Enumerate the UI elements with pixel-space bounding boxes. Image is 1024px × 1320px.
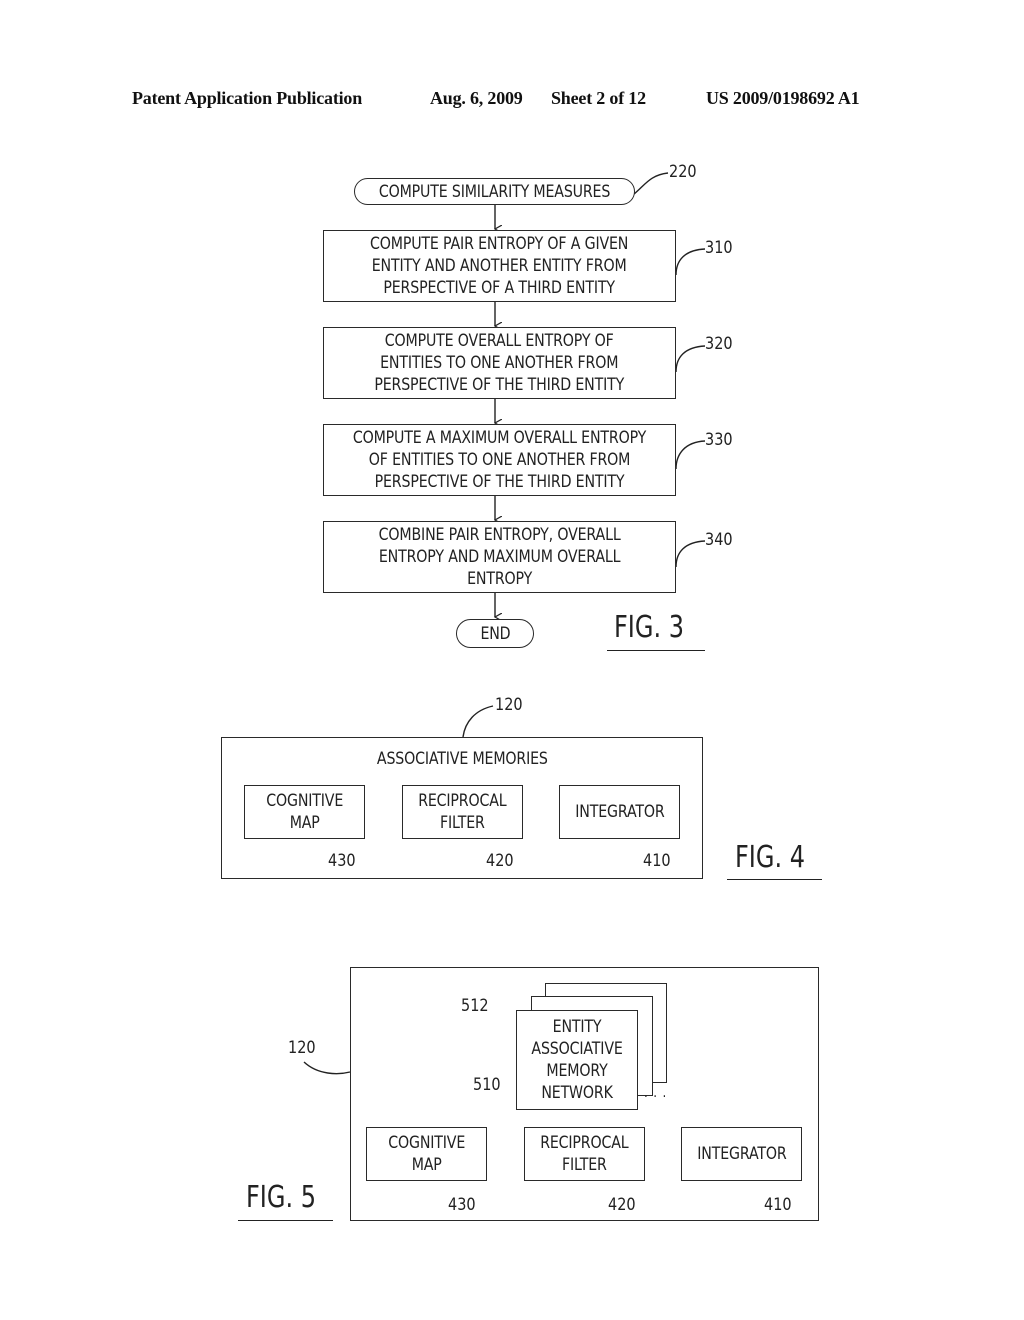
ref-320: 320 (705, 334, 733, 354)
ref-512: 512 (461, 996, 489, 1016)
process-step-340: COMBINE PAIR ENTROPY, OVERALL ENTROPY AN… (323, 521, 676, 593)
ref-510: 510 (473, 1075, 501, 1095)
process-step-text: COMPUTE PAIR ENTROPY OF A GIVEN ENTITY A… (370, 234, 629, 297)
ref-430: 430 (328, 851, 356, 871)
component-text: RECIPROCAL FILTER (540, 1133, 629, 1174)
ref-120: 120 (495, 695, 523, 715)
ref-220: 220 (669, 162, 697, 182)
cognitive-map-box: COGNITIVE MAP (366, 1127, 487, 1181)
component-text: INTEGRATOR (696, 1144, 787, 1163)
component-text: COGNITIVE MAP (266, 791, 343, 832)
ref-420: 420 (486, 851, 514, 871)
process-step-320: COMPUTE OVERALL ENTROPY OF ENTITIES TO O… (323, 327, 676, 399)
figure-label-underline (238, 1220, 333, 1221)
leader-310 (675, 248, 706, 276)
ref-340: 340 (705, 530, 733, 550)
figure-label-5: FIG. 5 (246, 1180, 317, 1215)
ref-410: 410 (764, 1195, 792, 1215)
ref-120: 120 (288, 1038, 316, 1058)
network-text: ENTITY ASSOCIATIVE MEMORY NETWORK (531, 1017, 623, 1102)
ref-430: 430 (448, 1195, 476, 1215)
component-text: INTEGRATOR (574, 802, 665, 821)
ref-310: 310 (705, 238, 733, 258)
sheet-number: Sheet 2 of 12 (551, 88, 646, 108)
component-text: COGNITIVE MAP (388, 1133, 465, 1174)
container-title: ASSOCIATIVE MEMORIES (376, 749, 548, 768)
figure-label-underline (607, 650, 705, 651)
process-step-text: COMPUTE OVERALL ENTROPY OF ENTITIES TO O… (374, 331, 625, 394)
ref-420: 420 (608, 1195, 636, 1215)
stack-ellipsis: . . . (644, 1085, 668, 1101)
process-step-text: COMBINE PAIR ENTROPY, OVERALL ENTROPY AN… (378, 525, 621, 588)
reciprocal-filter-box: RECIPROCAL FILTER (524, 1127, 645, 1181)
publication-date: Aug. 6, 2009 (430, 88, 523, 108)
integrator-box: INTEGRATOR (681, 1127, 802, 1181)
start-terminal-text: COMPUTE SIMILARITY MEASURES (378, 181, 611, 201)
process-step-text: COMPUTE A MAXIMUM OVERALL ENTROPY OF ENT… (352, 428, 647, 491)
leader-120 (462, 705, 494, 738)
figure-label-underline (727, 879, 822, 880)
leader-220 (633, 172, 669, 195)
end-terminal: END (456, 619, 534, 648)
ref-330: 330 (705, 430, 733, 450)
figure-label-3: FIG. 3 (614, 610, 685, 645)
entity-associative-memory-network-box: ENTITY ASSOCIATIVE MEMORY NETWORK (516, 1010, 638, 1110)
leader-330 (675, 440, 706, 470)
start-terminal: COMPUTE SIMILARITY MEASURES (354, 178, 635, 205)
component-text: RECIPROCAL FILTER (418, 791, 507, 832)
end-terminal-text: END (480, 623, 510, 643)
cognitive-map-box: COGNITIVE MAP (244, 785, 365, 839)
figure-label-4: FIG. 4 (735, 840, 806, 875)
patent-number: US 2009/0198692 A1 (706, 88, 860, 108)
process-step-330: COMPUTE A MAXIMUM OVERALL ENTROPY OF ENT… (323, 424, 676, 496)
publication-type: Patent Application Publication (132, 88, 363, 108)
integrator-box: INTEGRATOR (559, 785, 680, 839)
process-step-310: COMPUTE PAIR ENTROPY OF A GIVEN ENTITY A… (323, 230, 676, 302)
leader-120 (303, 1061, 351, 1075)
reciprocal-filter-box: RECIPROCAL FILTER (402, 785, 523, 839)
leader-320 (675, 345, 706, 373)
ref-410: 410 (643, 851, 671, 871)
leader-340 (675, 540, 706, 568)
